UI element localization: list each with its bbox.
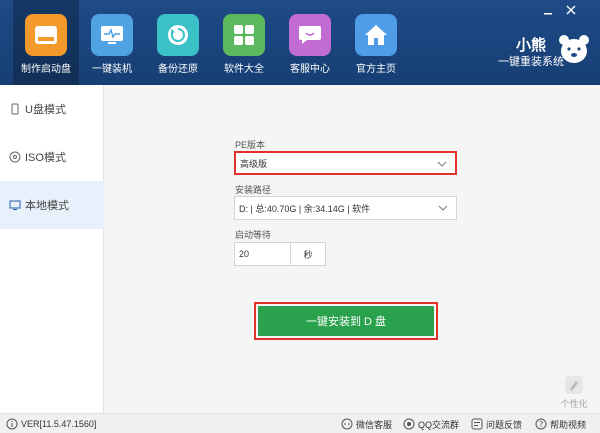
- qq-label: QQ交流群: [418, 419, 460, 430]
- top-header: 制作启动盘 一键装机 备份还原 软件大全 客服中心 官方主页 小熊 一键重装系统: [0, 0, 600, 85]
- nav-make-boot-disk[interactable]: 制作启动盘: [13, 0, 79, 85]
- status-bar: VER[11.5.47.1560] 微信客服 QQ交流群 问题反馈 ? 帮助视频: [0, 413, 600, 433]
- install-to-d-button[interactable]: 一键安装到 D 盘: [258, 306, 434, 336]
- brand-name: 小熊: [516, 37, 547, 54]
- monitor-pulse-icon: [91, 14, 133, 56]
- nav-customer-service[interactable]: 客服中心: [277, 0, 343, 85]
- feedback-label: 问题反馈: [486, 419, 523, 430]
- sidebar-item-iso-mode[interactable]: ISO模式: [0, 133, 104, 181]
- usb-drive-icon: [25, 14, 67, 56]
- sidebar-item-local-mode[interactable]: 本地模式: [0, 181, 104, 229]
- chevron-down-icon: [437, 159, 447, 169]
- nav-label: 官方主页: [356, 64, 396, 75]
- brush-icon: [564, 375, 584, 395]
- monitor-icon: [8, 198, 22, 212]
- wechat-label: 微信客服: [356, 419, 393, 430]
- nav-label: 软件大全: [224, 64, 264, 75]
- nav-official-site[interactable]: 官方主页: [343, 0, 409, 85]
- sidebar: U盘模式 ISO模式 本地模式: [0, 85, 104, 413]
- bear-logo-icon: [558, 34, 590, 64]
- qq-group-link[interactable]: QQ交流群: [403, 417, 459, 431]
- wechat-service-link[interactable]: 微信客服: [341, 417, 392, 431]
- nav-software[interactable]: 软件大全: [211, 0, 277, 85]
- close-icon[interactable]: [564, 4, 578, 18]
- install-path-label: 安装路径: [235, 185, 272, 195]
- sidebar-item-label: U盘模式: [25, 104, 66, 116]
- nav-label: 客服中心: [290, 64, 330, 75]
- sidebar-item-label: ISO模式: [25, 152, 66, 164]
- install-path-value: D: | 总:40.70G | 余:34.14G | 软件: [239, 203, 371, 214]
- boot-wait-unit: 秒: [303, 249, 313, 260]
- apps-grid-icon: [223, 14, 265, 56]
- help-label: 帮助视频: [550, 419, 587, 430]
- brand-subtitle: 一键重装系统: [498, 56, 564, 68]
- install-path-select[interactable]: D: | 总:40.70G | 余:34.14G | 软件: [234, 196, 457, 220]
- chat-bubble-icon: [289, 14, 331, 56]
- main-panel: PE版本 高级版 安装路径 D: | 总:40.70G | 余:34.14G |…: [104, 85, 600, 413]
- feedback-icon: [471, 418, 483, 430]
- app-window: 制作启动盘 一键装机 备份还原 软件大全 客服中心 官方主页 小熊 一键重装系统…: [0, 0, 600, 433]
- svg-text:?: ?: [539, 420, 543, 429]
- help-video-link[interactable]: ? 帮助视频: [535, 417, 586, 431]
- nav-one-click-install[interactable]: 一键装机: [79, 0, 145, 85]
- sidebar-item-label: 本地模式: [25, 200, 69, 212]
- qq-icon: [403, 418, 415, 430]
- sidebar-item-usb-mode[interactable]: U盘模式: [0, 85, 104, 133]
- nav-label: 备份还原: [158, 64, 198, 75]
- home-icon: [355, 14, 397, 56]
- nav-backup-restore[interactable]: 备份还原: [145, 0, 211, 85]
- install-button-highlight: 一键安装到 D 盘: [254, 302, 438, 340]
- pe-version-select[interactable]: 高级版: [234, 151, 457, 175]
- usb-icon: [8, 102, 22, 116]
- boot-wait-label: 启动等待: [235, 230, 272, 240]
- minimize-icon[interactable]: [541, 4, 555, 18]
- pe-version-label: PE版本: [235, 140, 266, 150]
- chevron-down-icon: [438, 203, 448, 213]
- skin-button[interactable]: 个性化: [553, 375, 595, 409]
- version-info: VER[11.5.47.1560]: [6, 417, 96, 431]
- restore-icon: [157, 14, 199, 56]
- help-icon: ?: [535, 418, 547, 430]
- info-icon: [6, 418, 18, 430]
- nav-label: 一键装机: [92, 64, 132, 75]
- boot-wait-stepper[interactable]: 20 秒: [234, 242, 326, 266]
- wechat-icon: [341, 418, 353, 430]
- skin-label: 个性化: [560, 399, 588, 409]
- nav-label: 制作启动盘: [21, 64, 71, 75]
- feedback-link[interactable]: 问题反馈: [471, 417, 522, 431]
- pe-version-value: 高级版: [240, 158, 268, 169]
- disc-icon: [8, 150, 22, 164]
- version-text: VER[11.5.47.1560]: [21, 419, 97, 429]
- boot-wait-value[interactable]: 20: [235, 243, 291, 265]
